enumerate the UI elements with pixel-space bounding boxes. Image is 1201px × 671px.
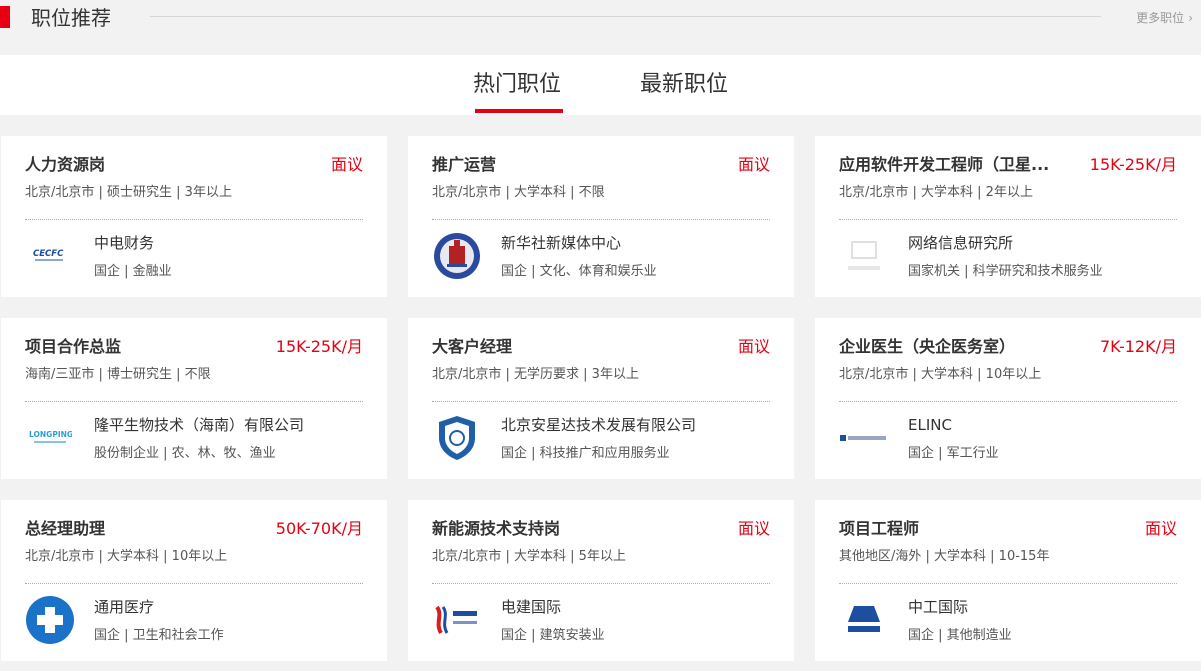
job-title[interactable]: 推广运营 xyxy=(432,154,672,176)
company-tags: 国企 | 卫生和社会工作 xyxy=(94,628,224,643)
job-title[interactable]: 项目合作总监 xyxy=(25,336,265,358)
job-meta: 北京/北京市 | 无学历要求 | 3年以上 xyxy=(432,367,639,382)
tab-hot-jobs-label[interactable]: 热门职位 xyxy=(473,72,561,97)
card-divider xyxy=(25,583,363,584)
section-header: 职位推荐 更多职位 › xyxy=(0,0,1201,38)
job-card[interactable]: 总经理助理 50K-70K/月 北京/北京市 | 大学本科 | 10年以上 通用… xyxy=(1,500,387,661)
company-name[interactable]: 中工国际 xyxy=(908,597,968,617)
job-meta: 北京/北京市 | 大学本科 | 2年以上 xyxy=(839,185,1033,200)
company-tags: 国家机关 | 科学研究和技术服务业 xyxy=(908,264,1103,279)
job-card[interactable]: 推广运营 面议 北京/北京市 | 大学本科 | 不限 新华社新媒体中心 国企 |… xyxy=(408,136,794,297)
job-meta: 北京/北京市 | 硕士研究生 | 3年以上 xyxy=(25,185,232,200)
job-salary: 15K-25K/月 xyxy=(1089,155,1177,174)
job-salary: 面议 xyxy=(737,155,770,174)
company-tags: 国企 | 文化、体育和娱乐业 xyxy=(501,264,657,279)
job-card[interactable]: 新能源技术支持岗 面议 北京/北京市 | 大学本科 | 5年以上 电建国际 国企… xyxy=(408,500,794,661)
more-jobs-label[interactable]: 更多职位 xyxy=(1136,11,1184,25)
section-title: 职位推荐 xyxy=(31,6,111,30)
xinhua-logo xyxy=(432,231,482,281)
powerchina-logo xyxy=(432,595,482,645)
company-tags: 国企 | 其他制造业 xyxy=(908,628,1012,643)
company-name[interactable]: ELINC xyxy=(908,415,952,435)
card-divider xyxy=(432,219,770,220)
tab-bar: 热门职位 最新职位 xyxy=(0,55,1201,115)
company-tags: 股份制企业 | 农、林、牧、渔业 xyxy=(94,446,276,461)
job-meta: 其他地区/海外 | 大学本科 | 10-15年 xyxy=(839,549,1050,564)
job-salary: 面议 xyxy=(737,519,770,538)
gm-logo xyxy=(25,595,75,645)
job-salary: 7K-12K/月 xyxy=(1099,337,1177,356)
card-divider xyxy=(839,219,1177,220)
card-divider xyxy=(25,219,363,220)
company-tags: 国企 | 军工行业 xyxy=(908,446,999,461)
longping-logo: LONGPING xyxy=(25,413,75,463)
card-divider xyxy=(432,583,770,584)
elinc-logo xyxy=(839,413,889,463)
chevron-right-icon[interactable]: › xyxy=(1188,10,1193,26)
company-name[interactable]: 网络信息研究所 xyxy=(908,233,1013,253)
job-meta: 北京/北京市 | 大学本科 | 5年以上 xyxy=(432,549,626,564)
job-meta: 北京/北京市 | 大学本科 | 10年以上 xyxy=(25,549,228,564)
job-salary: 面议 xyxy=(330,155,363,174)
job-meta: 北京/北京市 | 大学本科 | 10年以上 xyxy=(839,367,1042,382)
company-name[interactable]: 电建国际 xyxy=(501,597,561,617)
company-tags: 国企 | 建筑安装业 xyxy=(501,628,605,643)
job-card[interactable]: 项目工程师 面议 其他地区/海外 | 大学本科 | 10-15年 中工国际 国企… xyxy=(815,500,1201,661)
job-card[interactable]: 项目合作总监 15K-25K/月 海南/三亚市 | 博士研究生 | 不限 LON… xyxy=(1,318,387,479)
tab-new-jobs-label[interactable]: 最新职位 xyxy=(640,72,728,97)
company-tags: 国企 | 科技推广和应用服务业 xyxy=(501,446,670,461)
job-title[interactable]: 企业医生（央企医务室） xyxy=(839,336,1079,358)
job-title[interactable]: 新能源技术支持岗 xyxy=(432,518,672,540)
job-salary: 面议 xyxy=(1144,519,1177,538)
job-card[interactable]: 应用软件开发工程师（卫星... 15K-25K/月 北京/北京市 | 大学本科 … xyxy=(815,136,1201,297)
institute-logo xyxy=(839,231,889,281)
card-divider xyxy=(25,401,363,402)
sinomach-logo xyxy=(839,595,889,645)
job-salary: 50K-70K/月 xyxy=(275,519,363,538)
job-card[interactable]: 企业医生（央企医务室） 7K-12K/月 北京/北京市 | 大学本科 | 10年… xyxy=(815,318,1201,479)
job-card[interactable]: 大客户经理 面议 北京/北京市 | 无学历要求 | 3年以上 北京安星达技术发展… xyxy=(408,318,794,479)
job-salary: 面议 xyxy=(737,337,770,356)
card-divider xyxy=(839,583,1177,584)
job-salary: 15K-25K/月 xyxy=(275,337,363,356)
company-tags: 国企 | 金融业 xyxy=(94,264,172,279)
cecfc-logo: CECFC xyxy=(25,231,75,281)
card-divider xyxy=(839,401,1177,402)
tab-new-jobs[interactable]: 最新职位 xyxy=(640,69,728,101)
company-name[interactable]: 隆平生物技术（海南）有限公司 xyxy=(94,415,304,435)
job-title[interactable]: 项目工程师 xyxy=(839,518,1079,540)
company-name[interactable]: 新华社新媒体中心 xyxy=(501,233,621,253)
shield-logo xyxy=(432,413,482,463)
active-tab-indicator xyxy=(475,109,564,113)
job-meta: 海南/三亚市 | 博士研究生 | 不限 xyxy=(25,367,211,382)
header-divider xyxy=(150,16,1101,17)
job-title[interactable]: 人力资源岗 xyxy=(25,154,265,176)
more-jobs-link[interactable]: 更多职位 › xyxy=(1136,10,1193,26)
svg-text:CECFC: CECFC xyxy=(33,249,64,259)
company-name[interactable]: 北京安星达技术发展有限公司 xyxy=(501,415,696,435)
card-divider xyxy=(432,401,770,402)
company-name[interactable]: 中电财务 xyxy=(94,233,154,253)
job-card[interactable]: 人力资源岗 面议 北京/北京市 | 硕士研究生 | 3年以上 CECFC 中电财… xyxy=(1,136,387,297)
job-title[interactable]: 总经理助理 xyxy=(25,518,265,540)
svg-text:LONGPING: LONGPING xyxy=(29,430,72,439)
tab-hot-jobs[interactable]: 热门职位 xyxy=(473,69,564,113)
job-title[interactable]: 大客户经理 xyxy=(432,336,672,358)
job-title[interactable]: 应用软件开发工程师（卫星... xyxy=(839,154,1079,176)
section-accent-bar xyxy=(0,6,10,28)
company-name[interactable]: 通用医疗 xyxy=(94,597,154,617)
job-meta: 北京/北京市 | 大学本科 | 不限 xyxy=(432,185,605,200)
